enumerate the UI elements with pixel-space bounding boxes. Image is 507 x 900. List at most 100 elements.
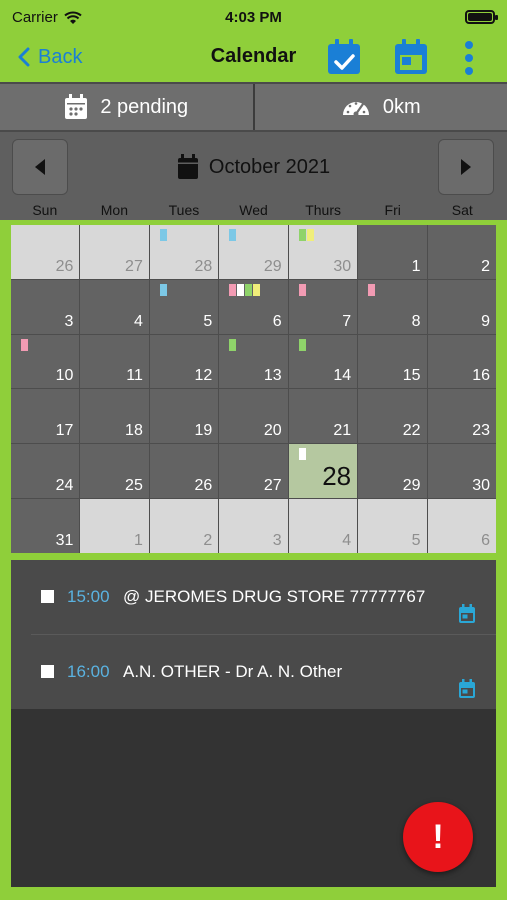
calendar-day[interactable]: 6	[427, 499, 496, 553]
calendar-day[interactable]: 20	[219, 389, 288, 444]
calendar-icon[interactable]	[458, 604, 476, 624]
day-number: 3	[272, 531, 282, 549]
calendar-day[interactable]: 1	[358, 225, 427, 279]
weekday-label: Fri	[384, 202, 401, 218]
pending-summary[interactable]: 2 pending	[0, 84, 253, 130]
event-panel: 15:00 @ JEROMES DRUG STORE 77777767 16:0…	[8, 557, 499, 890]
event-markers	[21, 338, 81, 352]
day-number: 19	[194, 422, 213, 440]
calendar-check-icon	[328, 39, 360, 74]
calendar-day[interactable]: 24	[11, 444, 80, 499]
calendar-day[interactable]: 3	[219, 499, 288, 553]
calendar-day[interactable]: 27	[219, 444, 288, 499]
calendar-day[interactable]: 2	[427, 225, 496, 279]
day-number: 25	[125, 477, 143, 495]
next-month-button[interactable]	[438, 139, 494, 195]
calendar-day[interactable]: 4	[80, 279, 149, 334]
calendar-day[interactable]: 22	[358, 389, 427, 444]
day-number: 29	[402, 477, 421, 495]
event-time: 16:00	[67, 662, 110, 681]
calendar-day[interactable]: 15	[358, 334, 427, 389]
day-number: 6	[272, 312, 282, 330]
calendar-day[interactable]: 23	[427, 389, 496, 444]
day-number: 5	[203, 312, 213, 330]
day-number: 30	[472, 477, 490, 495]
calendar-day[interactable]: 13	[219, 334, 288, 389]
event-marker	[229, 283, 237, 296]
event-markers	[298, 283, 359, 297]
event-markers	[229, 229, 289, 242]
calendar-day[interactable]: 28	[149, 225, 220, 279]
calendar-day[interactable]: 26	[11, 225, 80, 279]
event-checkbox[interactable]	[41, 665, 54, 678]
day-number: 4	[133, 312, 143, 330]
day-number: 26	[55, 257, 74, 275]
weekday-label: Sun	[32, 202, 58, 218]
calendar-grid: 26 27 28 29 30 1 2 3 4 5 6 7 8 9 10 11 12 13 14 15 16 17 18 19 2…	[11, 225, 496, 553]
calendar-day[interactable]: 2	[149, 499, 219, 553]
distance-summary[interactable]: 0km	[252, 84, 507, 130]
alert-fab-button[interactable]: !	[403, 802, 473, 872]
calendar-day[interactable]: 29	[358, 444, 427, 499]
day-number: 16	[472, 367, 490, 385]
calendar-day[interactable]: 12	[149, 334, 219, 389]
event-marker	[298, 229, 306, 241]
calendar-day[interactable]: 19	[149, 389, 219, 444]
calendar-day[interactable]: 30	[288, 225, 358, 279]
event-markers	[298, 448, 359, 461]
day-number: 31	[55, 531, 74, 549]
calendar-day[interactable]: 5	[149, 279, 219, 334]
calendar-day[interactable]: 31	[11, 499, 80, 553]
calendar-day[interactable]: 14	[288, 334, 358, 389]
event-list: 15:00 @ JEROMES DRUG STORE 77777767 16:0…	[11, 560, 496, 709]
calendar-day[interactable]: 1	[80, 499, 149, 553]
day-number: 1	[133, 531, 143, 549]
weekday-label: Thurs	[305, 202, 341, 218]
more-options-button[interactable]	[462, 40, 476, 81]
weekday-label: Mon	[100, 202, 128, 218]
speedometer-icon	[342, 102, 369, 117]
calendar-check-button[interactable]	[326, 38, 362, 81]
calendar-day[interactable]: 21	[288, 389, 358, 444]
calendar-day[interactable]: 3	[11, 279, 80, 334]
calendar-day[interactable]: 7	[288, 279, 359, 334]
event-markers	[159, 229, 220, 242]
event-item[interactable]: 16:00 A.N. OTHER - Dr A. N. Other	[11, 635, 496, 709]
calendar-day[interactable]: 18	[80, 389, 149, 444]
calendar-day[interactable]: 11	[80, 334, 149, 389]
calendar-day[interactable]: 9	[427, 279, 496, 334]
calendar-day[interactable]: 5	[358, 499, 427, 553]
calendar-day[interactable]: 25	[80, 444, 149, 499]
event-marker	[298, 283, 306, 296]
day-number: 9	[481, 312, 490, 330]
calendar-day[interactable]: 27	[80, 225, 149, 279]
calendar-day-button[interactable]	[393, 38, 429, 81]
event-marker	[21, 338, 28, 351]
event-marker	[298, 338, 306, 351]
calendar-day[interactable]: 10	[11, 334, 81, 389]
event-marker	[237, 283, 245, 296]
day-number: 18	[125, 422, 143, 440]
calendar-day[interactable]: 29	[219, 225, 289, 279]
event-checkbox[interactable]	[41, 590, 54, 603]
day-number: 20	[263, 422, 282, 440]
day-number: 24	[55, 477, 74, 495]
event-marker	[159, 229, 167, 241]
day-number: 1	[411, 257, 421, 275]
weekday-label: Tues	[168, 202, 200, 218]
calendar-day[interactable]: 16	[427, 334, 496, 389]
calendar-day[interactable]: 30	[427, 444, 496, 499]
event-item[interactable]: 15:00 @ JEROMES DRUG STORE 77777767	[11, 560, 496, 634]
day-number: 15	[402, 367, 421, 385]
calendar-icon[interactable]	[458, 679, 476, 699]
calendar-day[interactable]: 4	[288, 499, 358, 553]
calendar-day[interactable]: 8	[358, 279, 427, 334]
calendar-day[interactable]: 17	[11, 389, 80, 444]
calendar-day-today[interactable]: 28	[288, 444, 359, 499]
day-number: 4	[342, 531, 352, 549]
event-marker	[298, 448, 306, 461]
day-number: 21	[333, 422, 352, 440]
calendar-day[interactable]: 6	[219, 279, 288, 334]
event-marker	[245, 283, 253, 296]
calendar-day[interactable]: 26	[149, 444, 219, 499]
